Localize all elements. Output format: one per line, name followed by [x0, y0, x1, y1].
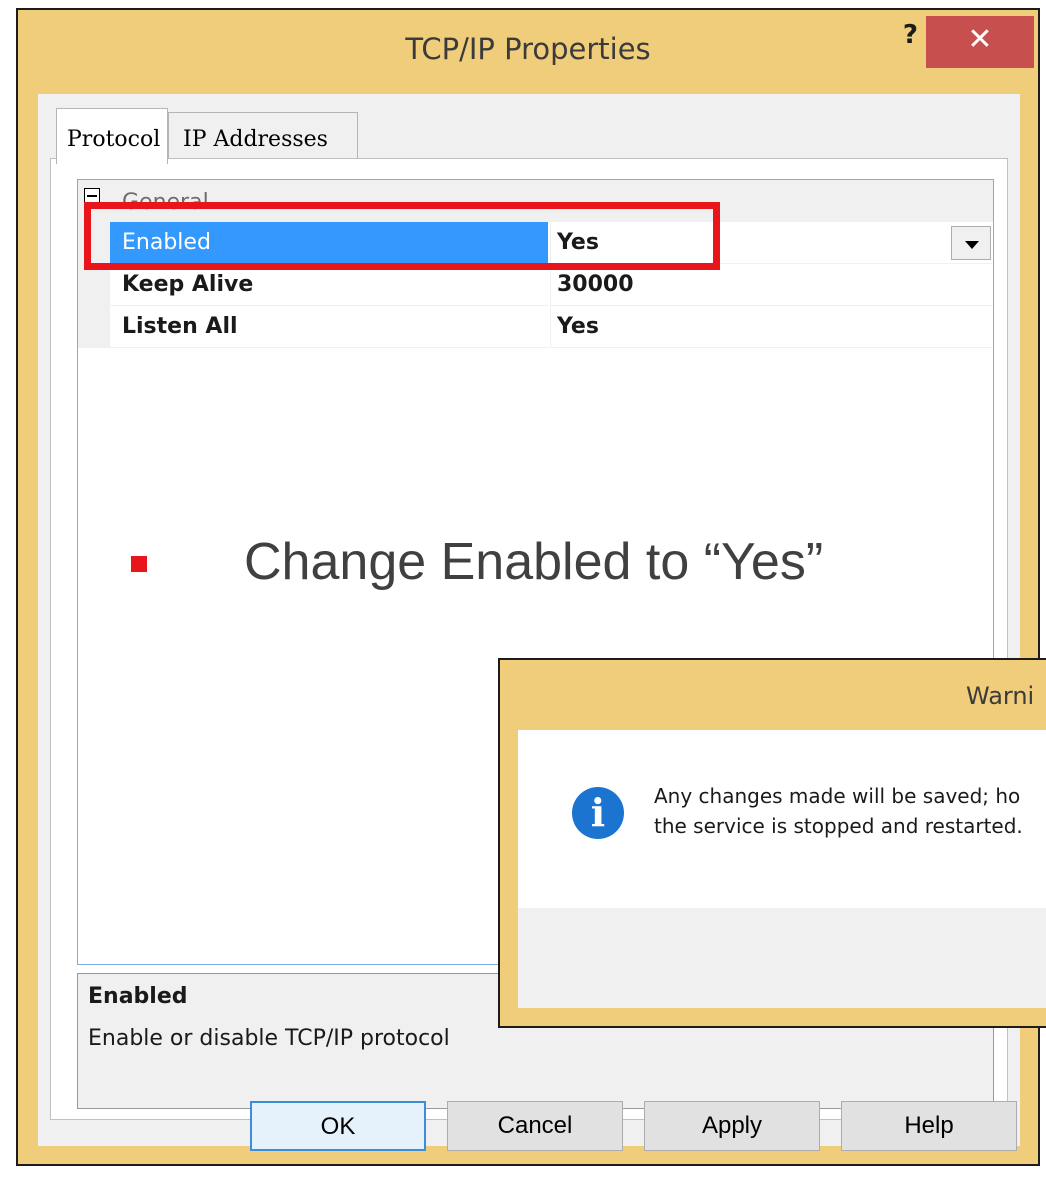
dropdown-arrow-icon[interactable]	[951, 226, 991, 260]
property-value[interactable]: Yes	[550, 306, 993, 348]
ok-button[interactable]: OK	[250, 1101, 426, 1151]
description-text: Enable or disable TCP/IP protocol	[88, 1026, 450, 1051]
instruction-bullet: Change Enabled to “Yes”	[244, 533, 824, 591]
warning-footer	[518, 908, 1046, 1008]
warning-message-line-1: Any changes made will be saved; ho	[654, 784, 1021, 808]
tab-ip-addresses[interactable]: IP Addresses	[168, 112, 358, 158]
warning-dialog: Warni i Any changes made will be saved; …	[498, 658, 1046, 1028]
property-value[interactable]: 30000	[550, 264, 993, 306]
help-icon[interactable]: ?	[903, 20, 918, 50]
highlight-box	[84, 202, 720, 270]
warning-body: i Any changes made will be saved; ho the…	[518, 730, 1046, 908]
close-button[interactable]: ✕	[926, 16, 1034, 68]
property-row-listen-all[interactable]: Listen All Yes	[78, 306, 993, 348]
info-icon: i	[572, 787, 624, 839]
property-name[interactable]: Keep Alive	[110, 264, 548, 306]
property-row-keep-alive[interactable]: Keep Alive 30000	[78, 264, 993, 306]
dialog-title: TCP/IP Properties	[405, 32, 651, 66]
bullet-marker	[131, 556, 147, 572]
help-button[interactable]: Help	[841, 1101, 1017, 1151]
property-name[interactable]: Listen All	[110, 306, 548, 348]
warning-title: Warni	[966, 682, 1035, 710]
tab-protocol[interactable]: Protocol	[56, 108, 168, 164]
description-title: Enabled	[88, 984, 188, 1009]
cancel-button[interactable]: Cancel	[447, 1101, 623, 1151]
warning-message-line-2: the service is stopped and restarted.	[654, 814, 1023, 838]
title-bar: TCP/IP Properties ? ✕	[18, 10, 1038, 98]
apply-button[interactable]: Apply	[644, 1101, 820, 1151]
